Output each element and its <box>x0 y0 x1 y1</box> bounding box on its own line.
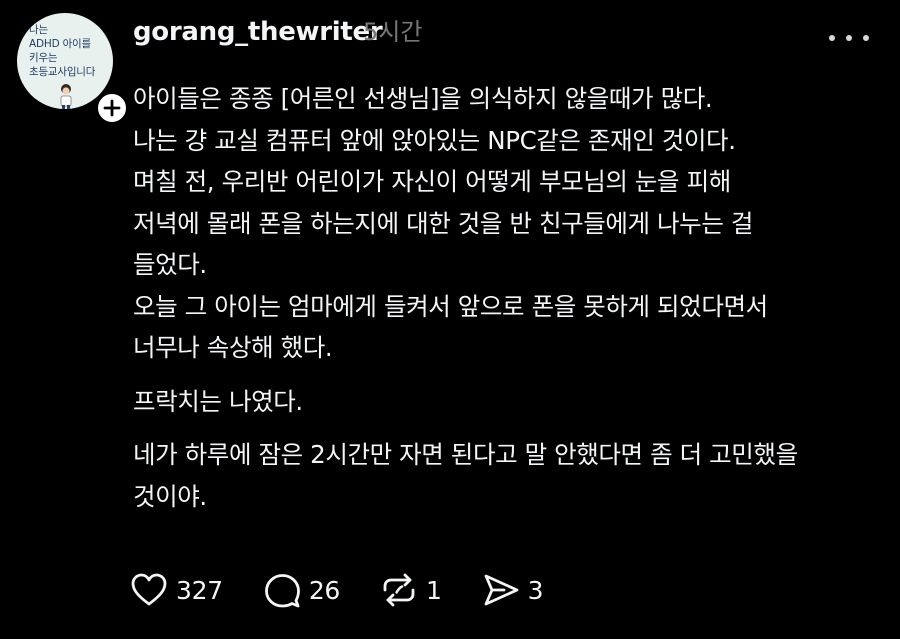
more-horizontal-icon-dot-1 <box>829 35 835 41</box>
repost-count: 1 <box>426 575 442 605</box>
follow-button[interactable] <box>95 91 129 125</box>
post-line: 들었다. <box>133 250 207 279</box>
post-line: 며칠 전, 우리반 어린이가 자신이 어떻게 부모님의 눈을 피해 <box>133 167 731 196</box>
reply-count: 26 <box>308 575 341 605</box>
share-button[interactable]: 3 <box>482 572 544 608</box>
post-actions: 327 26 1 3 <box>130 568 583 612</box>
comment-icon <box>264 574 300 608</box>
more-options-button[interactable] <box>829 28 869 48</box>
send-icon <box>484 574 519 606</box>
plus-icon <box>103 99 121 117</box>
post-body: 아이들은 종종 [어른인 선생님]을 의식하지 않을때가 많다. 나는 걍 교실… <box>133 78 893 529</box>
paragraph-3: 네가 하루에 잠은 2시간만 자면 된다고 말 안했다면 좀 더 고민했을 것이… <box>133 434 893 517</box>
post-line: 네가 하루에 잠은 2시간만 자면 된다고 말 안했다면 좀 더 고민했을 <box>133 440 798 469</box>
heart-icon <box>131 573 167 606</box>
post-line: 것이야. <box>133 481 207 511</box>
username[interactable]: gorang_thewriter <box>133 14 383 50</box>
post-line: 프락치는 나였다. <box>133 386 303 416</box>
paragraph-2: 프락치는 나였다. <box>133 381 893 423</box>
avatar-figure-icon <box>60 84 72 109</box>
post-line: 아이들은 종종 [어른인 선생님]을 의식하지 않을때가 많다. <box>133 84 713 113</box>
repost-icon <box>383 573 415 607</box>
repost-button[interactable]: 1 <box>380 572 442 608</box>
share-count: 3 <box>527 575 544 605</box>
post-line: 오늘 그 아이는 엄마에게 들켜서 앞으로 폰을 못하게 되었다면서 <box>133 291 768 321</box>
avatar[interactable]: 나는 ADHD 아이를 키우는 초등교사입니다 <box>17 13 113 109</box>
paragraph-1: 아이들은 종종 [어른인 선생님]을 의식하지 않을때가 많다. 나는 걍 교실… <box>133 78 893 369</box>
like-button[interactable]: 327 <box>130 572 223 608</box>
post-line: 나는 걍 교실 컴퓨터 앞에 앉아있는 NPC같은 존재인 것이다. <box>133 125 736 155</box>
more-horizontal-icon-dot-3 <box>863 35 869 41</box>
post-line: 저녁에 몰래 폰을 하는지에 대한 것을 반 친구들에게 나누는 걸 <box>133 208 753 238</box>
more-horizontal-icon-dot-2 <box>846 35 852 41</box>
avatar-wrap: 나는 ADHD 아이를 키우는 초등교사입니다 <box>17 13 129 125</box>
reply-button[interactable]: 26 <box>263 572 340 608</box>
like-count: 327 <box>176 575 223 605</box>
timestamp: 5시간 <box>363 18 423 46</box>
post-line: 너무나 속상해 했다. <box>133 333 333 362</box>
avatar-text: 나는 ADHD 아이를 키우는 초등교사입니다 <box>29 24 96 78</box>
